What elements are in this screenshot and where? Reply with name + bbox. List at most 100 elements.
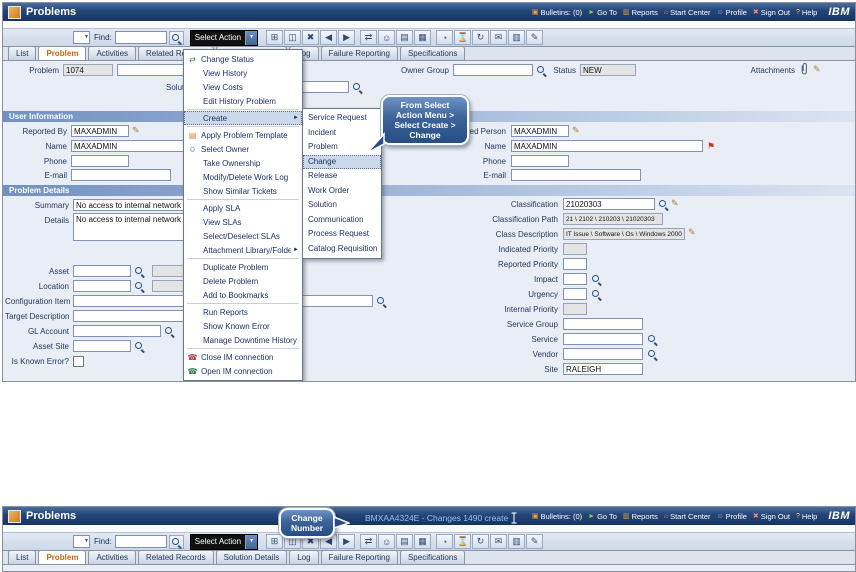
menu-item-manage-downtime-history[interactable]: Manage Downtime History: [184, 333, 302, 347]
bulletins-link[interactable]: ▣ Bulletins: (0): [532, 512, 582, 521]
urgency-field[interactable]: [563, 288, 587, 300]
asset-field[interactable]: [73, 265, 131, 277]
change-status-button[interactable]: ⇄: [360, 534, 378, 549]
impact-field[interactable]: [563, 273, 587, 285]
select-action-dropdown[interactable]: Select Action: [189, 29, 259, 46]
affected-person-detail-icon[interactable]: [572, 125, 580, 135]
communication-button[interactable]: ✉: [490, 30, 508, 45]
menu-item-edit-history-problem[interactable]: Edit History Problem: [184, 94, 302, 108]
menu-item-view-slas[interactable]: View SLAs: [184, 215, 302, 229]
reported-email-field[interactable]: [71, 169, 171, 181]
attachments-menu-icon[interactable]: [813, 64, 821, 74]
menu-item-apply-problem-template[interactable]: ▤ Apply Problem Template: [184, 128, 302, 142]
asset-site-field[interactable]: [73, 340, 131, 352]
select-action-dropdown[interactable]: Select Action: [189, 533, 259, 550]
communication-button[interactable]: ✉: [490, 534, 508, 549]
goto-link[interactable]: ► Go To: [588, 512, 617, 521]
classification-lookup-icon[interactable]: [658, 199, 669, 210]
tab-activities[interactable]: Activities: [88, 46, 137, 60]
menu-item-run-reports[interactable]: Run Reports: [184, 305, 302, 319]
affected-name-field[interactable]: MAXADMIN: [511, 140, 703, 152]
select-owner-button[interactable]: ☺: [378, 534, 396, 549]
reported-phone-field[interactable]: [71, 155, 129, 167]
profile-link[interactable]: ☺ Profile: [717, 8, 747, 17]
configuration-item-lookup-icon[interactable]: [376, 296, 387, 307]
menu-item-select-deselect-slas[interactable]: Select/Deselect SLAs: [184, 229, 302, 243]
solution-lookup-icon[interactable]: [352, 82, 363, 93]
schedule-button[interactable]: ◔: [436, 534, 454, 549]
reports-button[interactable]: ▥: [508, 30, 526, 45]
menu-item-take-ownership[interactable]: Take Ownership: [184, 156, 302, 170]
tab-log[interactable]: Log: [289, 550, 319, 564]
is-known-error-checkbox[interactable]: [73, 356, 84, 367]
menu-item-show-similar-tickets[interactable]: Show Similar Tickets: [184, 184, 302, 198]
tab-problem[interactable]: Problem: [38, 550, 87, 564]
menu-item-open-im-connection[interactable]: ☎ Open IM connection: [184, 364, 302, 378]
impact-lookup-icon[interactable]: [591, 274, 602, 285]
owner-group-field[interactable]: [453, 64, 533, 76]
schedule-button[interactable]: ◔: [436, 30, 454, 45]
start-center-link[interactable]: ⌂ Start Center: [664, 8, 711, 17]
paperclip-icon[interactable]: [799, 62, 810, 76]
start-center-link[interactable]: ⌂ Start Center: [664, 512, 711, 521]
reported-by-field[interactable]: MAXADMIN: [71, 125, 129, 137]
change-status-button[interactable]: ⇄: [360, 30, 378, 45]
submenu-item-catalog-requisition[interactable]: Catalog Requisition: [303, 242, 381, 257]
detail-menu-button[interactable]: ▤: [396, 30, 414, 45]
submenu-item-process-request[interactable]: Process Request: [303, 227, 381, 242]
service-field[interactable]: [563, 333, 643, 345]
submenu-item-work-order[interactable]: Work Order: [303, 184, 381, 199]
reports-link[interactable]: ▥ Reports: [623, 8, 658, 17]
reported-by-detail-icon[interactable]: [132, 125, 140, 135]
help-link[interactable]: ? Help: [796, 512, 817, 521]
goto-link[interactable]: ► Go To: [588, 8, 617, 17]
service-group-field[interactable]: [563, 318, 643, 330]
next-record-button[interactable]: ▶: [338, 30, 356, 45]
tab-related-records[interactable]: Related Records: [138, 550, 214, 564]
kpi-button[interactable]: ▦: [414, 534, 432, 549]
affected-phone-field[interactable]: [511, 155, 569, 167]
find-input[interactable]: [114, 535, 167, 548]
menu-item-change-status[interactable]: ⇄ Change Status: [184, 52, 302, 66]
submenu-item-release[interactable]: Release: [303, 169, 381, 184]
gl-account-lookup-icon[interactable]: [164, 326, 175, 337]
menu-item-select-owner[interactable]: ☺ Select Owner: [184, 142, 302, 156]
profile-link[interactable]: ☺ Profile: [717, 512, 747, 521]
vendor-field[interactable]: [563, 348, 643, 360]
menu-item-modify-delete-work-log[interactable]: Modify/Delete Work Log: [184, 170, 302, 184]
next-record-button[interactable]: ▶: [338, 534, 356, 549]
help-link[interactable]: ? Help: [796, 8, 817, 17]
select-action-arrow-button[interactable]: [245, 30, 258, 45]
edit-button[interactable]: ✎: [526, 534, 544, 549]
class-description-detail-icon[interactable]: [688, 227, 696, 237]
search-button[interactable]: [168, 534, 184, 549]
query-dropdown[interactable]: [73, 31, 90, 44]
gl-account-field[interactable]: [73, 325, 161, 337]
search-button[interactable]: [168, 30, 184, 45]
classification-field[interactable]: 21020303: [563, 198, 655, 210]
previous-record-button[interactable]: ◀: [320, 30, 338, 45]
sign-out-link[interactable]: ✖ Sign Out: [753, 8, 790, 17]
find-input[interactable]: [114, 31, 167, 44]
tab-list[interactable]: List: [8, 550, 37, 564]
menu-item-apply-sla[interactable]: Apply SLA: [184, 201, 302, 215]
kpi-button[interactable]: ▦: [414, 30, 432, 45]
urgency-lookup-icon[interactable]: [591, 289, 602, 300]
affected-email-field[interactable]: [511, 169, 641, 181]
reports-button[interactable]: ▥: [508, 534, 526, 549]
reports-link[interactable]: ▥ Reports: [623, 512, 658, 521]
select-action-arrow-button[interactable]: [245, 534, 258, 549]
site-field[interactable]: RALEIGH: [563, 363, 643, 375]
clear-changes-button[interactable]: ✖: [302, 30, 320, 45]
vendor-lookup-icon[interactable]: [647, 349, 658, 360]
save-button[interactable]: ◫: [284, 30, 302, 45]
menu-item-view-costs[interactable]: View Costs: [184, 80, 302, 94]
bulletins-link[interactable]: ▣ Bulletins: (0): [532, 8, 582, 17]
submenu-item-service-request[interactable]: Service Request: [303, 111, 381, 126]
submenu-item-change[interactable]: Change: [303, 154, 381, 169]
select-owner-button[interactable]: ☺: [378, 30, 396, 45]
affected-person-field[interactable]: MAXADMIN: [511, 125, 569, 137]
location-field[interactable]: [73, 280, 131, 292]
edit-button[interactable]: ✎: [526, 30, 544, 45]
tab-specifications[interactable]: Specifications: [399, 550, 466, 564]
